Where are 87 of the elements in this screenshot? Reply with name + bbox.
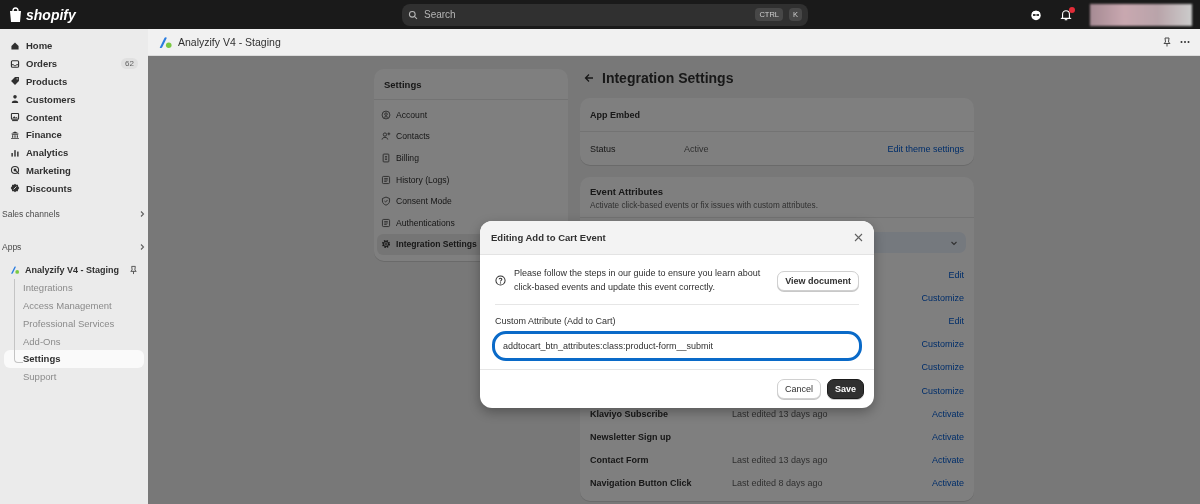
event-action-link[interactable]: Customize xyxy=(921,362,964,373)
bank-icon xyxy=(10,129,20,140)
app-title: Analyzify V4 - Staging xyxy=(178,36,281,48)
sub-nav-item[interactable]: Professional Services xyxy=(4,314,144,333)
chevron-right-icon xyxy=(138,243,146,252)
edit-theme-link[interactable]: Edit theme settings xyxy=(887,143,964,154)
nav-item[interactable]: Products xyxy=(8,72,140,91)
cancel-button[interactable]: Cancel xyxy=(776,379,821,399)
pin-icon[interactable] xyxy=(1162,37,1172,47)
nav-item[interactable]: Discounts xyxy=(8,179,140,198)
shield-icon xyxy=(381,196,391,207)
sub-nav-item[interactable]: Support xyxy=(4,368,144,386)
nav-item[interactable]: Customers xyxy=(8,90,140,109)
target-icon xyxy=(10,165,20,176)
image-icon xyxy=(10,112,20,123)
event-action-link[interactable]: Activate xyxy=(932,455,964,466)
face-icon[interactable] xyxy=(1030,8,1042,21)
receipt-icon xyxy=(381,153,391,163)
pin-icon[interactable] xyxy=(129,265,138,276)
help-icon xyxy=(495,275,506,286)
event-action-link[interactable]: Customize xyxy=(921,292,964,303)
save-button[interactable]: Save xyxy=(826,379,864,399)
logo-text: shopify xyxy=(26,6,76,23)
sub-nav-item[interactable]: Settings xyxy=(4,350,144,369)
status-label: Status xyxy=(590,143,617,154)
section-heading[interactable]: Sales channels xyxy=(2,209,60,220)
nav-item[interactable]: Marketing xyxy=(8,161,140,180)
event-action-link[interactable]: Customize xyxy=(921,385,964,396)
settings-menu-item[interactable]: Consent Mode xyxy=(377,190,565,212)
count-badge: 62 xyxy=(121,58,138,70)
user-icon xyxy=(381,109,391,120)
event-name: Navigation Button Click xyxy=(590,478,693,489)
bar-chart-icon xyxy=(10,147,20,158)
card-title: Event Attributes xyxy=(590,186,665,197)
event-action-link[interactable]: Edit xyxy=(948,315,964,326)
event-action-link[interactable]: Activate xyxy=(932,478,964,489)
nav-item[interactable]: Home xyxy=(8,37,140,55)
settings-icon xyxy=(381,239,391,250)
sub-nav-item[interactable]: Integrations xyxy=(4,279,144,297)
list-icon xyxy=(381,217,391,228)
last-edited-text: Last edited 8 days ago xyxy=(732,478,823,489)
card-subtitle: Activate click-based events or fix issues with custom attributes. xyxy=(590,201,819,210)
sub-nav-item[interactable]: Add-Ons xyxy=(4,332,144,351)
settings-menu-item[interactable]: Contacts xyxy=(377,125,565,148)
event-action-link[interactable]: Activate xyxy=(932,408,964,419)
event-name: Klaviyo Subscribe xyxy=(590,408,670,419)
add-user-icon xyxy=(381,131,391,142)
list-icon xyxy=(381,174,391,185)
page-title: Integration Settings xyxy=(602,69,734,86)
search-icon xyxy=(408,9,418,20)
card-title: Settings xyxy=(374,69,568,100)
app-logo-icon xyxy=(10,265,20,276)
settings-menu-item[interactable]: Authentications xyxy=(377,211,565,234)
sub-nav-item[interactable]: Access Management xyxy=(4,296,144,315)
app-nav-item[interactable]: Analyzify V4 - Staging xyxy=(25,265,120,276)
back-arrow-icon[interactable] xyxy=(584,72,594,83)
nav-item[interactable]: Finance xyxy=(8,126,140,144)
nav-item[interactable]: Content xyxy=(8,108,140,126)
field-label: Custom Attribute (Add to Cart) xyxy=(495,316,617,326)
info-text: Please follow the steps in our guide to ensure you learn about click-based events and update this event correctly. xyxy=(514,267,762,294)
last-edited-text: Last edited 13 days ago xyxy=(732,408,828,419)
view-document-button[interactable]: View document xyxy=(777,270,859,291)
chevron-right-icon xyxy=(138,210,146,219)
status-value: Active xyxy=(684,143,709,154)
shopping-bag-icon xyxy=(8,6,23,23)
event-action-link[interactable]: Activate xyxy=(932,431,964,442)
event-action-link[interactable]: Customize xyxy=(921,339,964,350)
close-icon[interactable] xyxy=(854,233,863,242)
nav-item[interactable]: Analytics xyxy=(8,143,140,162)
notification-bell-icon[interactable] xyxy=(1060,8,1072,21)
settings-menu-item[interactable]: Account xyxy=(377,104,565,126)
nav-item[interactable]: Orders 62 xyxy=(8,54,140,73)
person-icon xyxy=(10,94,20,105)
last-edited-text: Last edited 13 days ago xyxy=(732,455,828,466)
section-heading[interactable]: Apps xyxy=(2,242,22,253)
home-icon xyxy=(10,40,20,51)
event-name: Newsletter Sign up xyxy=(590,431,672,442)
event-action-link[interactable]: Edit xyxy=(948,269,964,280)
tag-icon xyxy=(10,76,20,87)
app-logo-icon xyxy=(158,35,173,49)
discount-icon xyxy=(10,183,20,194)
inbox-icon xyxy=(10,58,20,69)
settings-menu-item[interactable]: History (Logs) xyxy=(377,168,565,191)
event-name: Contact Form xyxy=(590,455,650,466)
custom-attribute-field[interactable]: addtocart_btn_attributes:class:product-form__submit xyxy=(492,331,862,361)
settings-menu-item[interactable]: Billing xyxy=(377,147,565,169)
card-title: App Embed xyxy=(590,109,640,120)
